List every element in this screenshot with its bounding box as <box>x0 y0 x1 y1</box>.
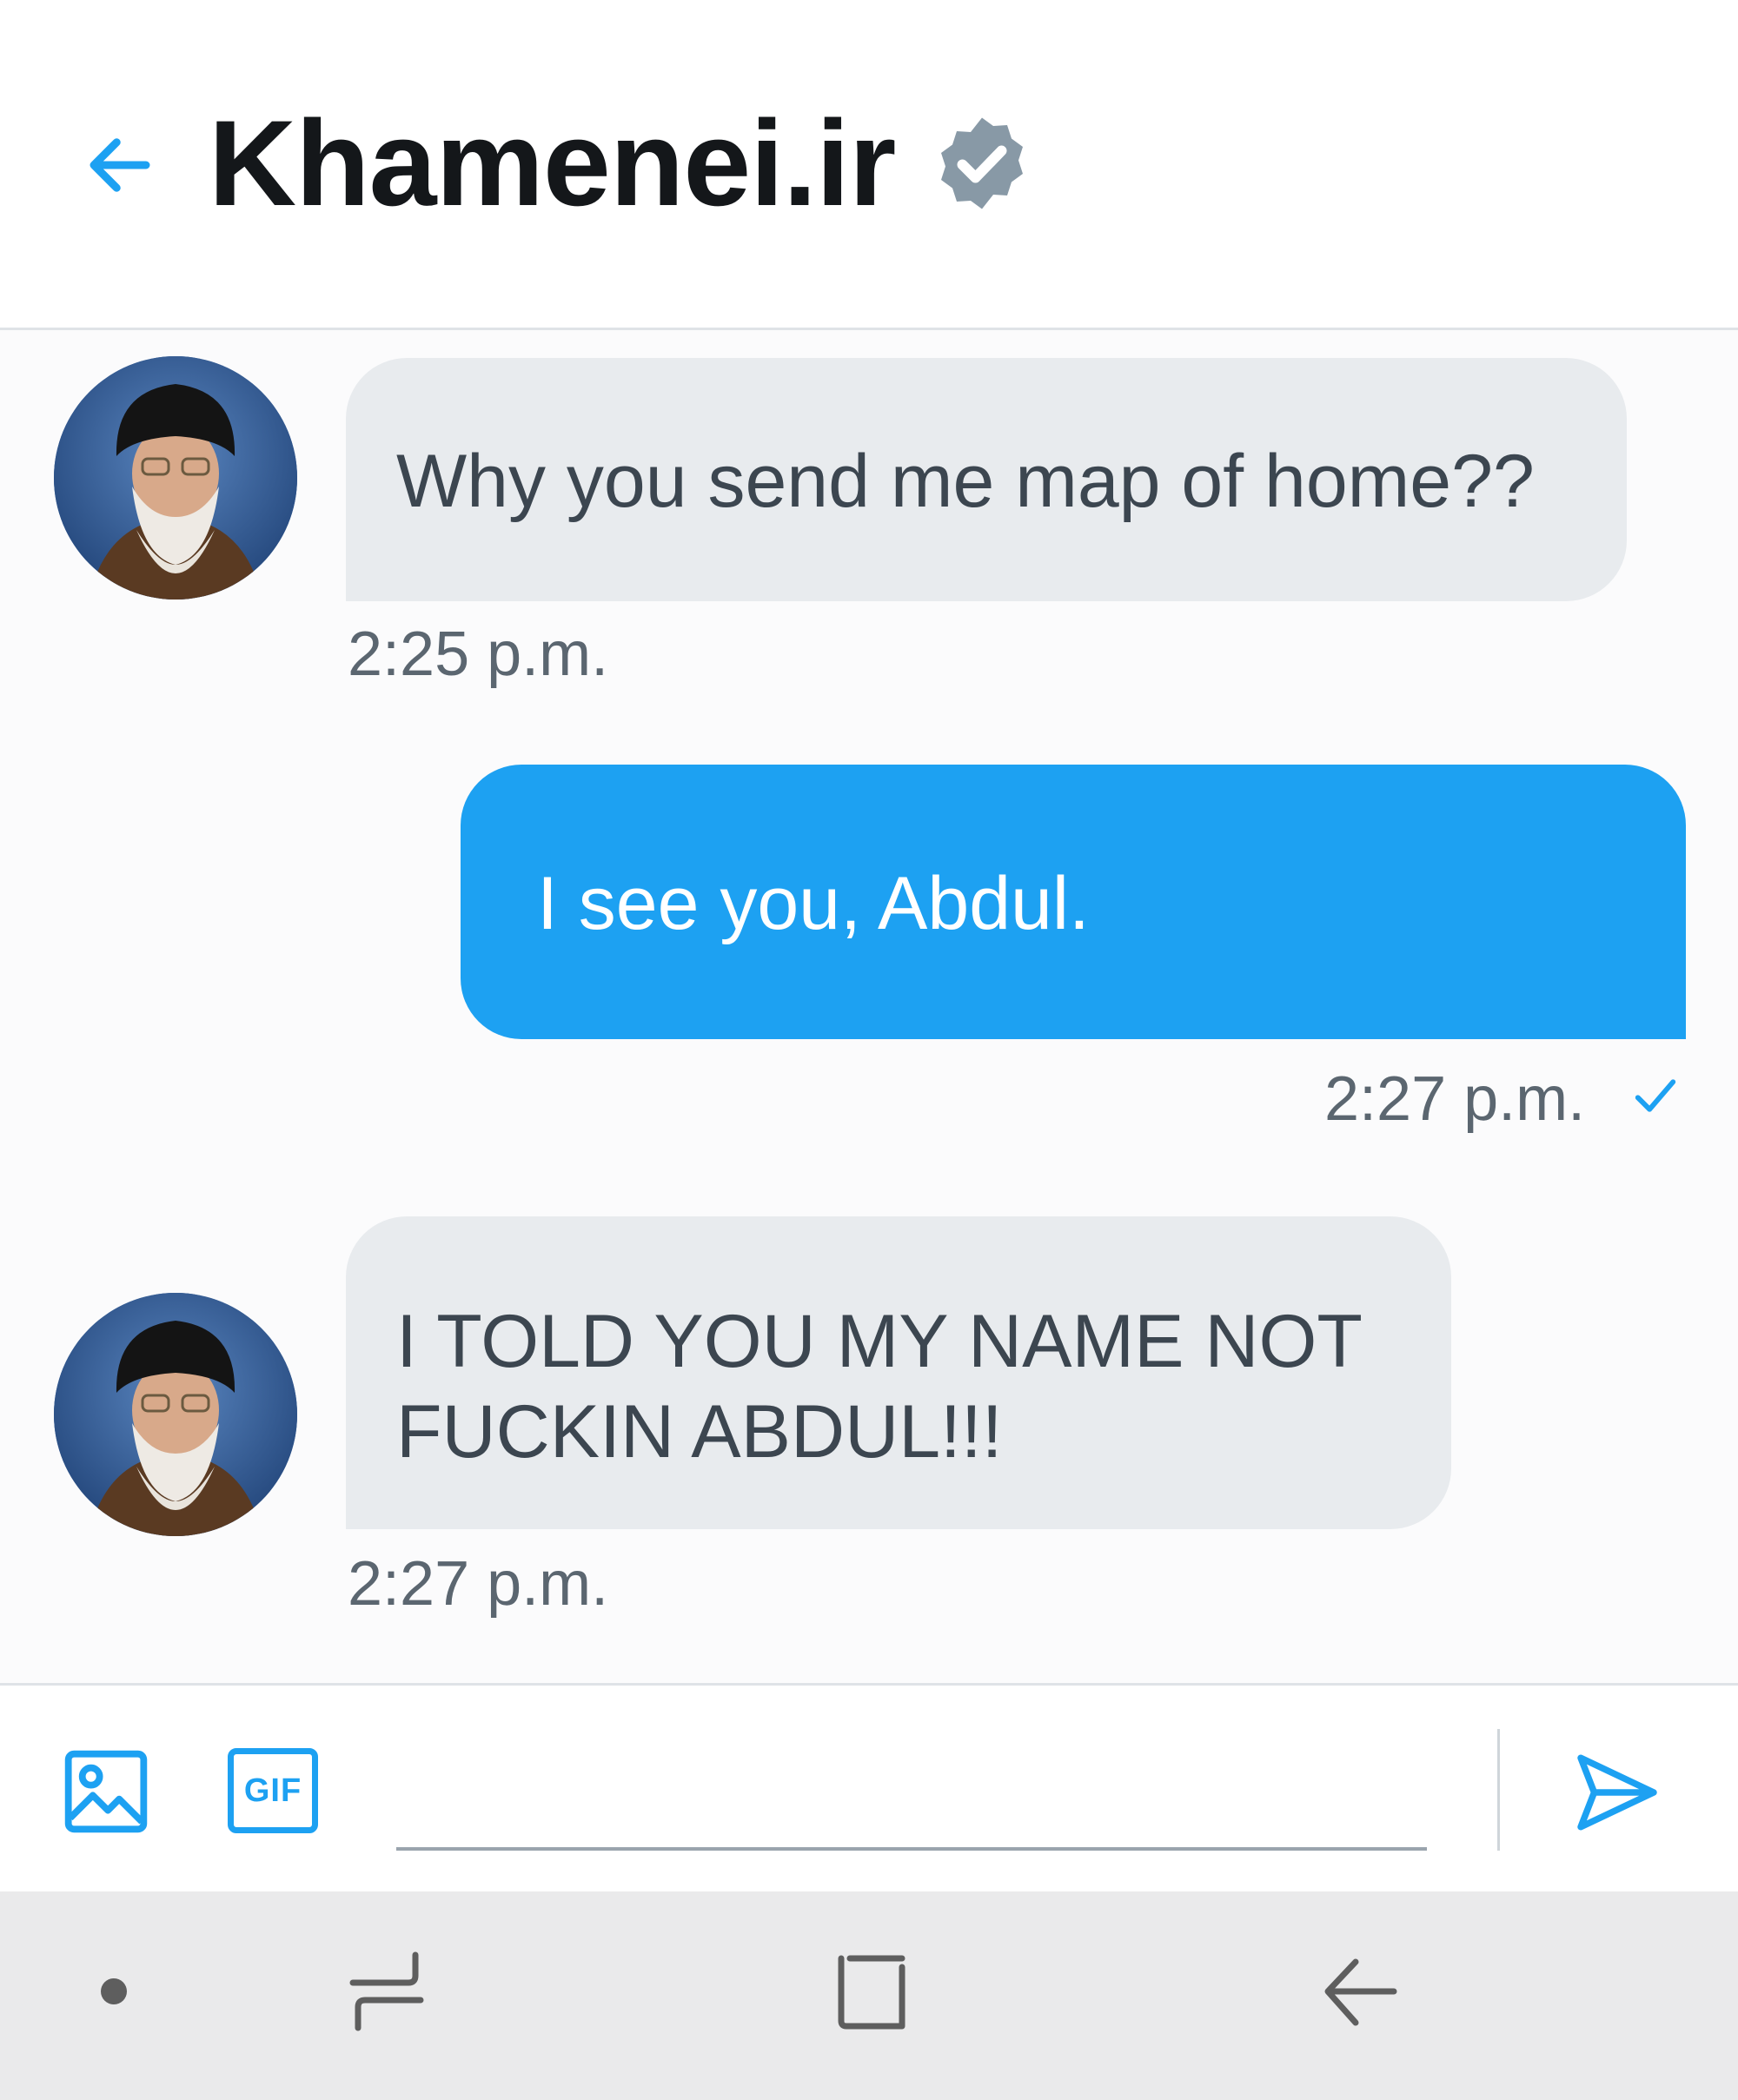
message-bubble-outgoing[interactable]: I see you, Abdul. <box>461 765 1686 1039</box>
recent-apps-icon[interactable] <box>348 1948 426 2035</box>
avatar-image <box>54 356 297 600</box>
message-timestamp: 2:25 p.m. <box>348 619 609 689</box>
message-text: Why you send me map of home?? <box>396 440 1535 523</box>
sender-avatar[interactable] <box>54 1293 297 1536</box>
back-icon[interactable] <box>1321 1953 1399 2031</box>
avatar-image <box>54 1293 297 1536</box>
image-icon[interactable] <box>61 1746 151 1837</box>
back-button[interactable] <box>76 122 163 209</box>
message-bubble-incoming[interactable]: Why you send me map of home?? <box>346 358 1627 601</box>
composer-divider <box>1497 1729 1500 1851</box>
message-timestamp: 2:27 p.m. <box>1324 1064 1586 1134</box>
dot-icon[interactable] <box>101 1978 127 2004</box>
message-text: I TOLD YOU MY NAME NOT FUCKIN ABDUL!!! <box>396 1300 1362 1474</box>
home-icon[interactable] <box>833 1951 911 2031</box>
send-icon[interactable] <box>1571 1746 1663 1838</box>
arrow-left-icon <box>90 138 150 192</box>
verified-badge-icon <box>941 117 1023 209</box>
message-bubble-incoming[interactable]: I TOLD YOU MY NAME NOT FUCKIN ABDUL!!! <box>346 1216 1451 1529</box>
message-timestamp: 2:27 p.m. <box>348 1549 609 1619</box>
gif-button[interactable]: GIF <box>228 1748 318 1833</box>
check-icon <box>1635 1079 1676 1112</box>
conversation-title[interactable]: Khamenei.ir <box>209 94 896 233</box>
message-input[interactable] <box>396 1746 1427 1851</box>
gif-label: GIF <box>243 1772 302 1809</box>
message-text: I see you, Abdul. <box>537 862 1090 945</box>
sender-avatar[interactable] <box>54 356 297 600</box>
